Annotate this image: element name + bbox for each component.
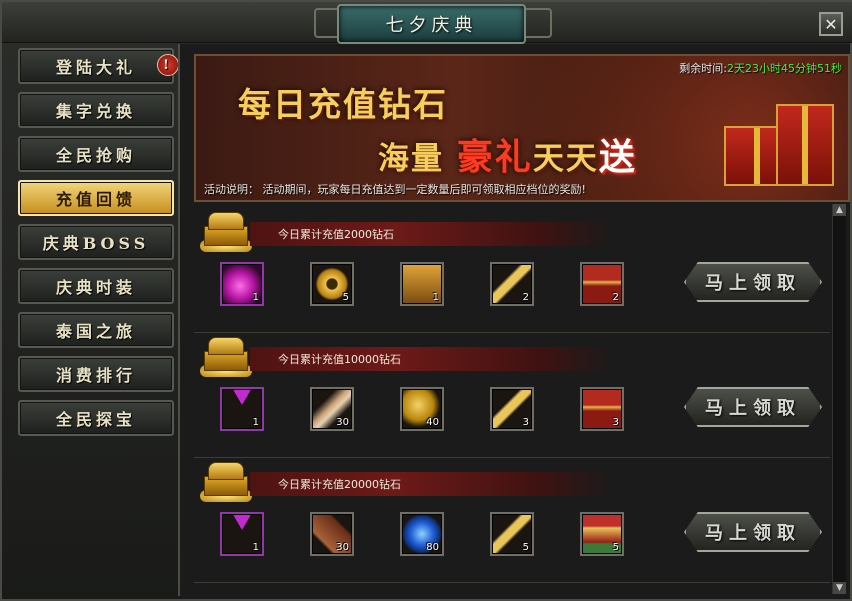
item-count: 1 [252,417,259,428]
sidebar-item-label: 登陆大礼 [55,58,136,77]
event-window: 七夕庆典 ✕ 登陆大礼 ! 集字兑换 全民抢购 充值回馈 庆典BOSS 庆典时装… [0,0,852,601]
item-count: 1 [432,292,439,303]
close-button[interactable]: ✕ [819,12,843,36]
golden-key-icon[interactable]: 3 [490,387,534,431]
item-count: 1 [252,292,259,303]
window-title: 七夕庆典 [337,4,526,44]
gold-ring-icon[interactable]: 5 [310,262,354,306]
content-scrollbar[interactable]: ▲ ▼ [832,204,846,594]
golden-key-icon[interactable]: 2 [490,262,534,306]
event-description: 活动说明： 活动期间，玩家每日充值达到一定数量后即可领取相应档位的奖励! [204,183,586,196]
item-count: 1 [252,542,259,553]
reward-tier-list: 今日累计充值2000钻石 1 5 1 2 2 马上领取 今日累计充值10000钻石 1 30 40 3… [194,204,830,594]
claim-button[interactable]: 马上领取 [684,512,822,552]
banner-subheadline-highlight: 送 [598,136,637,178]
red-treasure-box-icon[interactable]: 3 [580,387,624,431]
pink-gem-icon[interactable]: 1 [220,262,264,306]
sidebar-item-celebration-fashion[interactable]: 庆典时装 [18,268,174,304]
item-count: 5 [612,542,619,553]
tier-requirement: 今日累计充值20000钻石 [250,472,612,496]
banner-subheadline: 海量 豪礼天天送 [378,128,637,180]
purple-crystal-icon[interactable]: 1 [220,512,264,556]
sidebar-item-label: 全民抢购 [55,146,136,165]
feather-icon[interactable]: 30 [310,387,354,431]
golden-wing-icon[interactable]: 40 [400,387,444,431]
sidebar-item-login-gift[interactable]: 登陆大礼 ! [18,48,179,84]
gold-chest-icon [200,462,252,504]
timer-value: 2天23小时45分钟51秒 [727,62,842,75]
gold-chest-icon [200,337,252,379]
sidebar-item-thailand-trip[interactable]: 泰国之旅 [18,312,174,348]
item-count: 2 [612,292,619,303]
sidebar-item-label: 庆典时装 [55,278,136,297]
sidebar-item-spending-rank[interactable]: 消费排行 [18,356,174,392]
banner-subheadline-part: 天天 [532,141,599,177]
ornate-chest-icon[interactable]: 5 [580,512,624,556]
item-count: 30 [336,417,349,428]
item-count: 2 [522,292,529,303]
timer-label: 剩余时间: [679,62,727,75]
banner-subheadline-part: 海量 [378,141,444,177]
item-count: 40 [426,417,439,428]
title-bar: 七夕庆典 ✕ [2,2,852,44]
sidebar-item-label: 全民探宝 [55,410,136,429]
reward-tier: 今日累计充值2000钻石 1 5 1 2 2 马上领取 [194,204,830,333]
tier-requirement: 今日累计充值2000钻石 [250,222,612,246]
blue-crystal-icon[interactable]: 80 [400,512,444,556]
scroll-down-icon[interactable]: ▼ [833,582,846,594]
sidebar-item-word-exchange[interactable]: 集字兑换 [18,92,174,128]
countdown-timer: 剩余时间:2天23小时45分钟51秒 [679,60,842,76]
treasure-chest-icon[interactable]: 1 [400,262,444,306]
sidebar-item-label: 庆典BOSS [42,234,150,253]
sidebar-item-recharge-reward[interactable]: 充值回馈 [18,180,174,216]
item-count: 30 [336,542,349,553]
red-treasure-box-icon[interactable]: 2 [580,262,624,306]
sidebar-item-label: 集字兑换 [55,102,136,121]
item-count: 5 [522,542,529,553]
reward-tier: 今日累计充值20000钻石 1 30 80 5 5 马上领取 [194,454,830,583]
tier-requirement: 今日累计充值10000钻石 [250,347,612,371]
sidebar-item-flash-sale[interactable]: 全民抢购 [18,136,174,172]
event-banner: 剩余时间:2天23小时45分钟51秒 每日充值钻石 海量 豪礼天天送 活动说明：… [194,54,850,202]
item-count: 3 [522,417,529,428]
sidebar-item-label: 消费排行 [55,366,136,385]
sidebar-item-treasure-hunt[interactable]: 全民探宝 [18,400,174,436]
banner-subheadline-highlight: 豪礼 [456,136,533,178]
sidebar: 登陆大礼 ! 集字兑换 全民抢购 充值回馈 庆典BOSS 庆典时装 泰国之旅 消… [10,44,193,594]
item-count: 80 [426,542,439,553]
claim-button[interactable]: 马上领取 [684,262,822,302]
scroll-book-icon[interactable]: 30 [310,512,354,556]
item-count: 3 [612,417,619,428]
sidebar-item-celebration-boss[interactable]: 庆典BOSS [18,224,174,260]
sidebar-item-label: 泰国之旅 [55,322,136,341]
scroll-up-icon[interactable]: ▲ [833,204,846,216]
claim-button[interactable]: 马上领取 [684,387,822,427]
sidebar-item-label: 充值回馈 [55,190,136,209]
gift-box-icon [776,104,834,186]
item-count: 5 [342,292,349,303]
golden-key-icon[interactable]: 5 [490,512,534,556]
banner-headline: 每日充值钻石 [238,85,448,124]
reward-tier: 今日累计充值10000钻石 1 30 40 3 3 马上领取 [194,329,830,458]
gold-chest-icon [200,212,252,254]
content-panel: 剩余时间:2天23小时45分钟51秒 每日充值钻石 海量 豪礼天天送 活动说明：… [178,44,850,596]
alert-icon: ! [157,54,179,76]
purple-crystal-icon[interactable]: 1 [220,387,264,431]
